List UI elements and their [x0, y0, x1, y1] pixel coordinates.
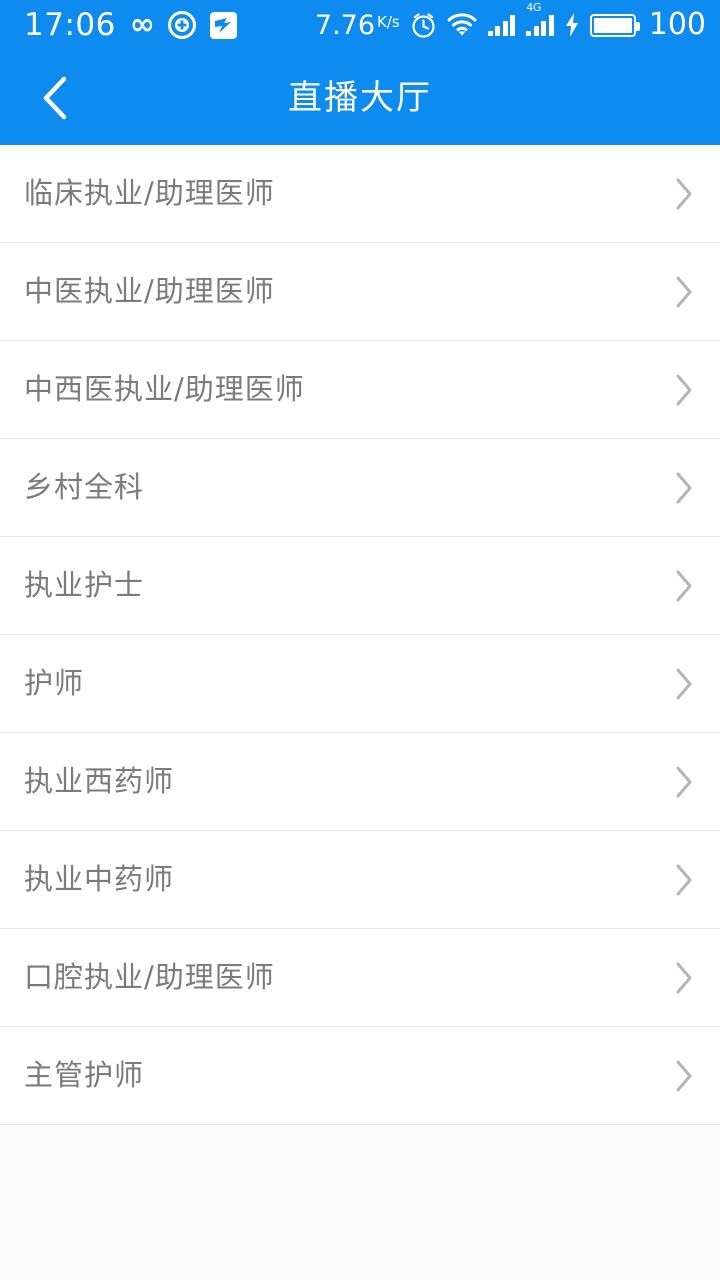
list-item[interactable]: 中医执业/助理医师	[0, 243, 720, 341]
chevron-right-icon	[674, 177, 694, 211]
chevron-right-icon	[674, 471, 694, 505]
chevron-right-icon	[674, 373, 694, 407]
app-square-icon	[209, 11, 237, 39]
alarm-clock-icon	[411, 12, 436, 38]
chevron-right-icon	[674, 569, 694, 603]
status-clock: 17:06	[24, 6, 116, 43]
list-item-label: 乡村全科	[24, 470, 145, 504]
chevron-right-icon	[674, 667, 694, 701]
list-item-label: 临床执业/助理医师	[24, 176, 275, 210]
charging-bolt-icon	[565, 13, 579, 37]
list-item-label: 执业护士	[24, 568, 145, 602]
app-header: 直播大厅	[0, 50, 720, 145]
list-item-label: 执业西药师	[24, 764, 175, 798]
list-empty-area	[0, 1125, 720, 1280]
signal-4g-icon: 4G	[526, 2, 554, 36]
list-item[interactable]: 口腔执业/助理医师	[0, 929, 720, 1027]
chevron-right-icon	[674, 765, 694, 799]
circle-plus-icon	[167, 11, 196, 39]
infinity-icon: ∞	[129, 7, 155, 42]
status-bar-right: 7.76 K/s 4G 100	[315, 2, 706, 42]
app-screen: 17:06 ∞ 7.76 K/s 4G 100 直播大厅 临床执业/助理医师 中…	[0, 0, 720, 1280]
list-item[interactable]: 执业护士	[0, 537, 720, 635]
list-item[interactable]: 临床执业/助理医师	[0, 145, 720, 243]
list-item[interactable]: 主管护师	[0, 1027, 720, 1125]
list-item[interactable]: 执业中药师	[0, 831, 720, 929]
wifi-icon	[447, 13, 477, 37]
battery-fill	[593, 17, 632, 33]
chevron-left-icon	[38, 75, 72, 121]
list-item[interactable]: 护师	[0, 635, 720, 733]
list-item-label: 中医执业/助理医师	[24, 274, 275, 308]
chevron-right-icon	[674, 863, 694, 897]
battery-icon	[589, 13, 640, 37]
network-speed: 7.76 K/s	[315, 12, 400, 39]
chevron-right-icon	[674, 961, 694, 995]
list-item-label: 主管护师	[24, 1058, 145, 1092]
status-bar: 17:06 ∞ 7.76 K/s 4G 100	[0, 0, 720, 50]
list-item-label: 护师	[24, 666, 85, 700]
status-bar-left: 17:06 ∞	[24, 6, 237, 43]
list-item[interactable]: 执业西药师	[0, 733, 720, 831]
battery-percent: 100	[648, 7, 706, 42]
signal-bars-icon	[487, 14, 516, 36]
list-item-label: 口腔执业/助理医师	[24, 960, 275, 994]
signal-4g-bars	[526, 14, 554, 36]
category-list: 临床执业/助理医师 中医执业/助理医师 中西医执业/助理医师 乡村全科 执业护士	[0, 145, 720, 1280]
chevron-right-icon	[674, 275, 694, 309]
list-item-label: 中西医执业/助理医师	[24, 372, 305, 406]
network-speed-value: 7.76	[314, 9, 376, 41]
back-button[interactable]	[0, 50, 110, 145]
mobile-network-label: 4G	[526, 1, 542, 14]
list-item[interactable]: 乡村全科	[0, 439, 720, 537]
list-item[interactable]: 中西医执业/助理医师	[0, 341, 720, 439]
chevron-right-icon	[674, 1059, 694, 1093]
network-speed-unit: K/s	[377, 12, 400, 31]
list-item-label: 执业中药师	[24, 862, 175, 896]
